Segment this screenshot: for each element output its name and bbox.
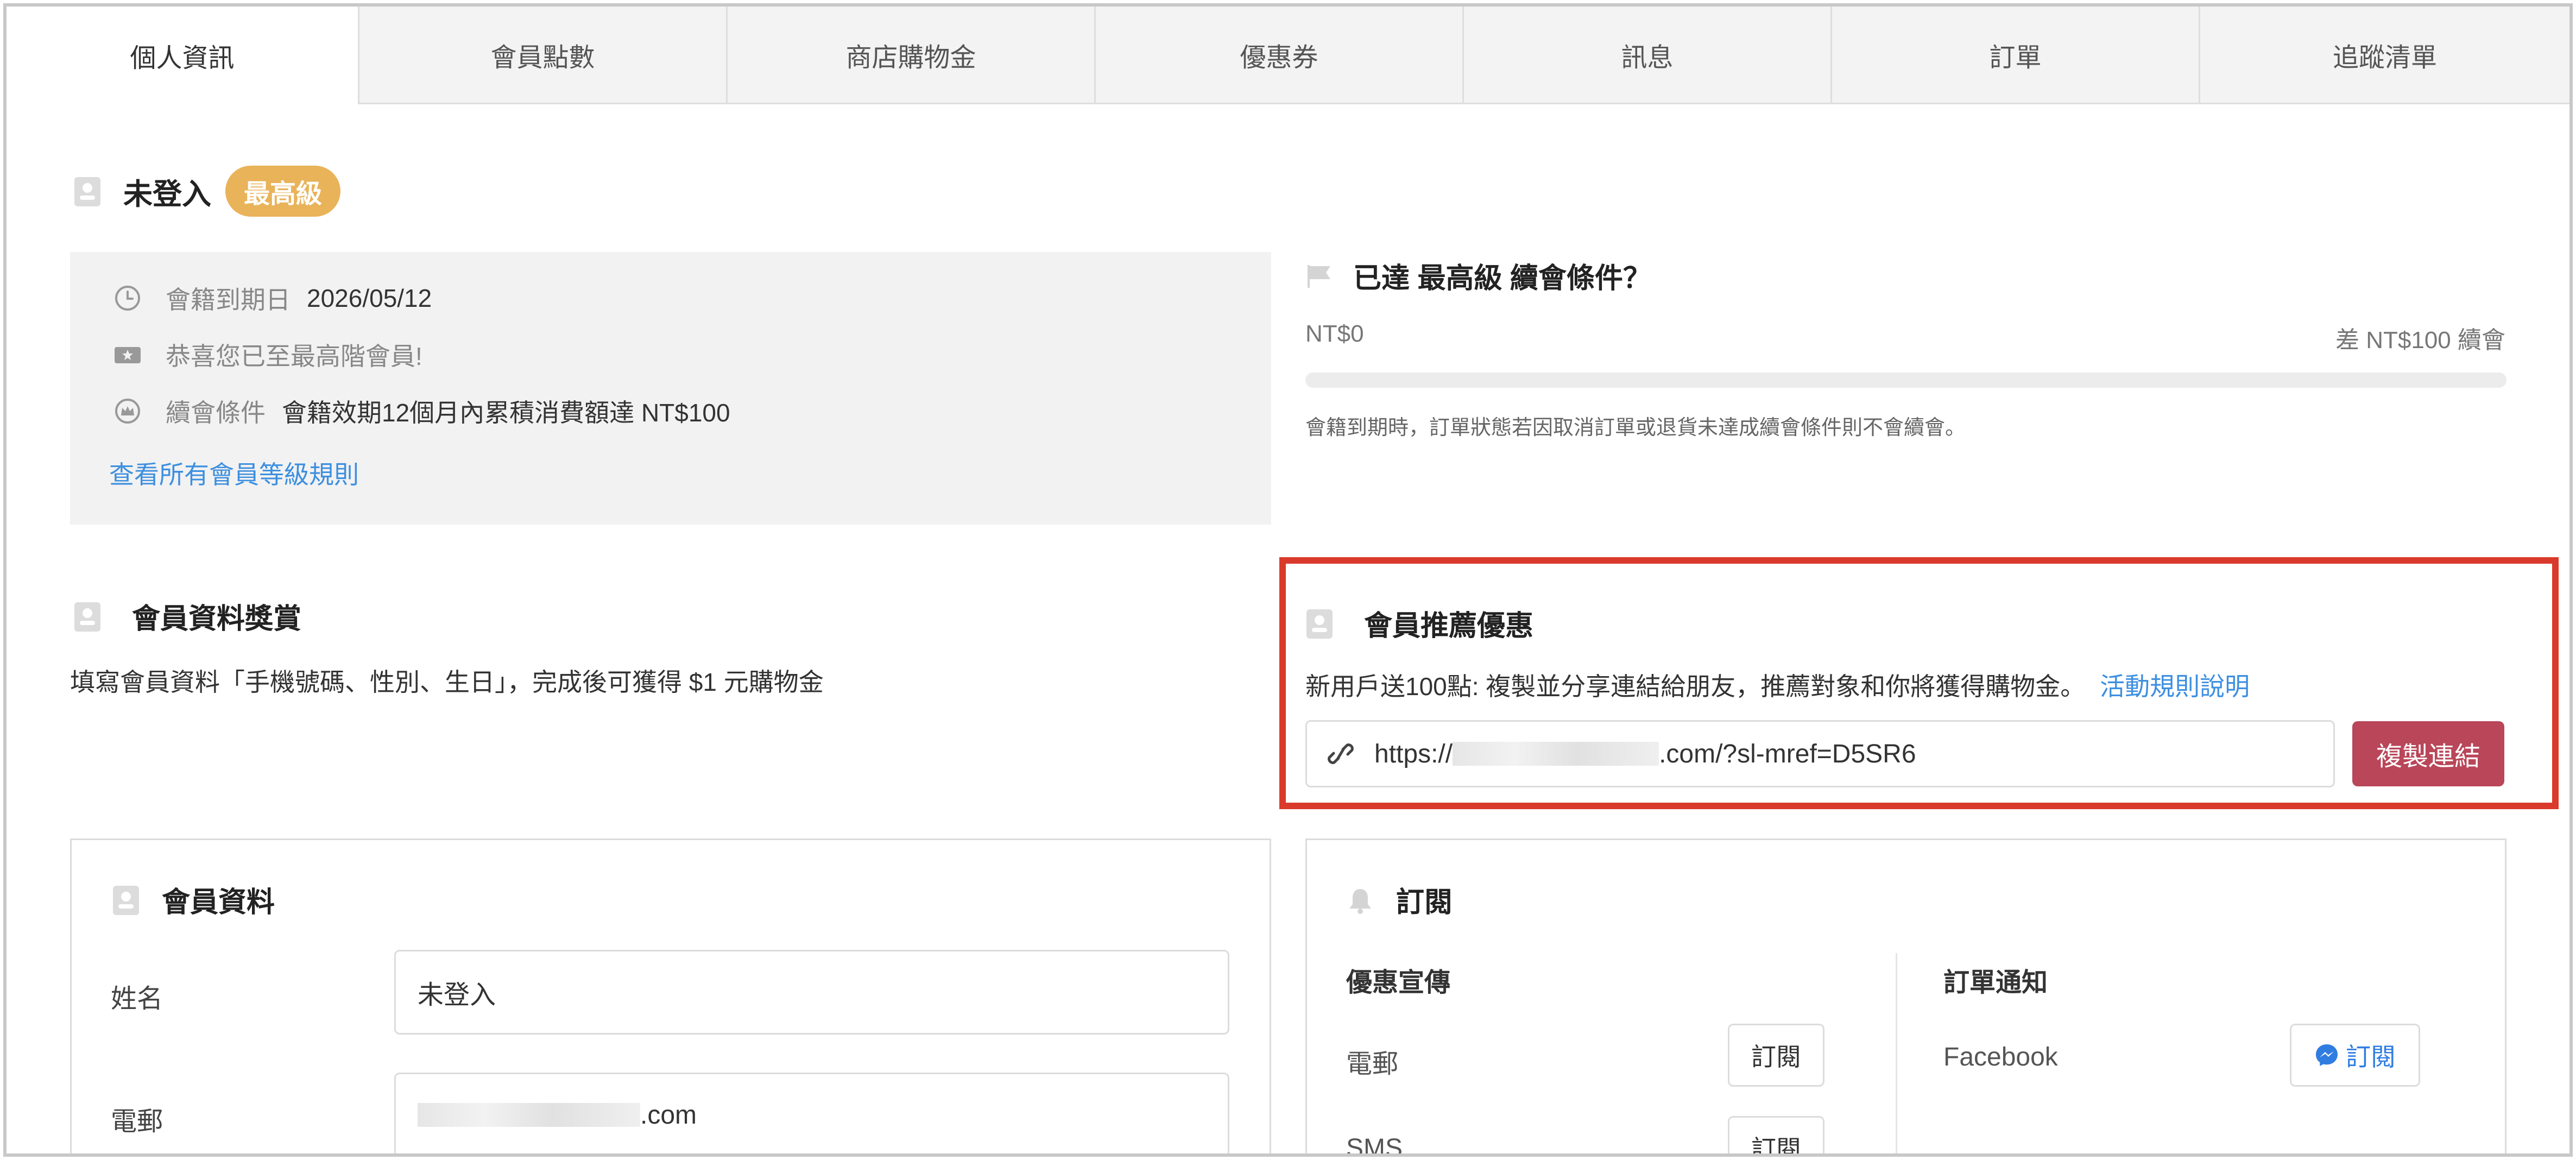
- renew-condition-label: 續會條件: [166, 399, 266, 427]
- referral-description: 新用戶送100點: 複製並分享連結給朋友，推薦對象和你將獲得購物金。: [1305, 672, 2086, 701]
- expiry-value: 2026/05/12: [307, 284, 432, 312]
- order-notice-title: 訂單通知: [1943, 968, 2048, 997]
- flag-icon: [1305, 260, 1334, 292]
- subscription-title-text: 訂閱: [1396, 887, 1453, 918]
- referral-link-field[interactable]: https:// .com/?sl-mref=D5SR6: [1305, 720, 2335, 787]
- promo-email-label: 電郵: [1346, 1050, 1399, 1079]
- renew-title-text: 已達 最高級 續會條件？: [1353, 263, 1651, 294]
- user-header: 未登入 最高級: [73, 164, 341, 218]
- email-suffix: .com: [640, 1100, 697, 1130]
- sms-subscribe-button[interactable]: 訂閱: [1728, 1116, 1824, 1153]
- referral-title: 會員推薦優惠: [1305, 603, 1533, 644]
- copy-link-button[interactable]: 複製連結: [2352, 721, 2504, 786]
- member-rules-link[interactable]: 查看所有會員等級規則: [109, 455, 359, 491]
- renew-condition-row: 續會條件 會籍效期12個月內累積消費額達 NT$100: [113, 393, 730, 429]
- email-subscribe-button[interactable]: 訂閱: [1728, 1024, 1824, 1087]
- congrats-row: 恭喜您已至最高階會員!: [113, 337, 439, 373]
- renew-status-title: 已達 最高級 續會條件？: [1305, 255, 1651, 296]
- tab-coupons[interactable]: 優惠券: [1096, 7, 1464, 104]
- clock-icon: [113, 282, 142, 314]
- referral-url-suffix: .com/?sl-mref=D5SR6: [1659, 739, 1916, 768]
- messenger-icon: [2314, 1043, 2339, 1068]
- renew-condition-value: 會籍效期12個月內累積消費額達 NT$100: [282, 399, 730, 427]
- bell-icon: [1346, 884, 1374, 916]
- membership-panel: 會籍到期日 2026/05/12 恭喜您已至最高階會員! 續會條件 會籍效期12…: [70, 252, 1271, 525]
- tab-messages[interactable]: 訊息: [1464, 7, 1832, 104]
- user-card-icon: [112, 884, 140, 916]
- renew-remaining-amount: 差 NT$100 續會: [2335, 327, 2505, 354]
- tab-orders[interactable]: 訂單: [1832, 7, 2200, 104]
- tab-wishlist[interactable]: 追蹤清單: [2200, 7, 2569, 104]
- messenger-subscribe-label: 訂閱: [2346, 1043, 2396, 1071]
- subscription-divider: [1896, 953, 1897, 1153]
- user-name: 未登入: [123, 178, 211, 211]
- renew-note: 會籍到期時，訂單狀態若因取消訂單或退貨未達成續會條件則不會續會。: [1305, 417, 1966, 439]
- renew-progress-bar: [1305, 373, 2506, 388]
- referral-section: 會員推薦優惠 新用戶送100點: 複製並分享連結給朋友，推薦對象和你將獲得購物金…: [1279, 557, 2559, 809]
- name-label: 姓名: [111, 985, 163, 1013]
- ticket-icon: [113, 338, 142, 371]
- tier-badge: 最高級: [225, 166, 341, 217]
- user-card-icon: [1305, 607, 1334, 640]
- profile-card: 會員資料 姓名 未登入 電郵 .com: [70, 839, 1271, 1153]
- referral-title-text: 會員推薦優惠: [1364, 610, 1534, 642]
- referral-url-prefix: https://: [1374, 739, 1453, 768]
- subscription-card-title: 訂閱: [1346, 879, 1453, 920]
- user-card-icon: [73, 175, 102, 207]
- tab-personal-info[interactable]: 個人資訊: [7, 7, 359, 104]
- messenger-subscribe-button[interactable]: 訂閱: [2290, 1024, 2420, 1087]
- email-label: 電郵: [111, 1107, 163, 1136]
- user-card-icon: [73, 600, 102, 633]
- congrats-text: 恭喜您已至最高階會員!: [166, 342, 422, 370]
- profile-card-title-text: 會員資料: [162, 887, 275, 918]
- expiry-label: 會籍到期日: [166, 286, 291, 314]
- expiry-row: 會籍到期日 2026/05/12: [113, 280, 432, 316]
- crown-icon: [113, 395, 142, 427]
- promo-sms-label: SMS: [1346, 1134, 1403, 1157]
- profile-reward-title-text: 會員資料獎賞: [132, 603, 302, 635]
- redacted-email: [418, 1103, 640, 1127]
- page-frame: 個人資訊 會員點數 商店購物金 優惠券 訊息 訂單 追蹤清單 未登入 最高級 會…: [3, 3, 2573, 1157]
- facebook-label: Facebook: [1943, 1043, 2058, 1071]
- profile-reward-description: 填寫會員資料「手機號碼、性別、生日」，完成後可獲得 $1 元購物金: [70, 668, 824, 696]
- redacted-domain: [1453, 742, 1659, 766]
- name-field[interactable]: 未登入: [394, 950, 1229, 1035]
- subscription-card: 訂閱 優惠宣傳 電郵 訂閱 SMS 訂閱 訂單通知 Facebook 訂閱: [1305, 839, 2506, 1157]
- referral-rules-link[interactable]: 活動規則說明: [2100, 672, 2250, 701]
- referral-description-row: 新用戶送100點: 複製並分享連結給朋友，推薦對象和你將獲得購物金。 活動規則說…: [1305, 667, 2250, 703]
- tab-store-credit[interactable]: 商店購物金: [728, 7, 1096, 104]
- link-icon: [1327, 737, 1355, 770]
- tab-member-points[interactable]: 會員點數: [359, 7, 728, 104]
- member-tabs: 個人資訊 會員點數 商店購物金 優惠券 訊息 訂單 追蹤清單: [7, 7, 2569, 104]
- email-field[interactable]: .com: [394, 1073, 1229, 1153]
- profile-reward-title: 會員資料獎賞: [73, 596, 301, 636]
- renew-current-amount: NT$0: [1305, 320, 1364, 347]
- profile-card-title: 會員資料: [112, 879, 275, 920]
- promo-column-title: 優惠宣傳: [1346, 968, 1451, 997]
